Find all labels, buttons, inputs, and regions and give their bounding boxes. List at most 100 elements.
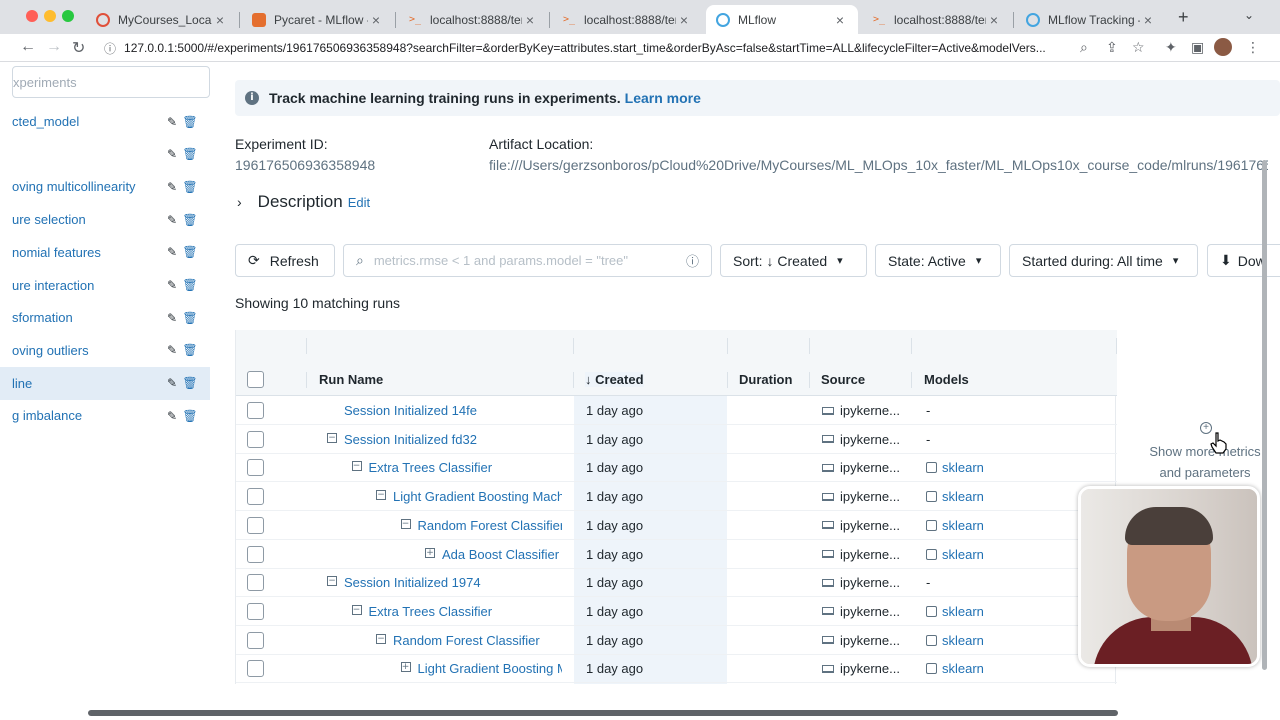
row-checkbox[interactable] (247, 459, 264, 477)
expand-plus-icon[interactable]: + (400, 662, 411, 673)
experiment-list-item[interactable]: ✎ 🗑 (0, 138, 210, 171)
run-name-link[interactable]: Ada Boost Classifier (442, 547, 559, 562)
back-arrow-icon[interactable]: ← (20, 38, 36, 56)
models-cell[interactable]: sklearn (926, 547, 984, 562)
collapse-minus-icon[interactable]: − (400, 518, 411, 529)
models-cell[interactable]: sklearn (926, 633, 984, 648)
browser-tab[interactable]: MLflow Tracking — M× (1016, 5, 1166, 34)
experiment-list-item[interactable]: cted_model ✎ 🗑 (0, 105, 210, 138)
experiment-list-item[interactable]: oving multicollinearity ✎ 🗑 (0, 170, 210, 203)
new-tab-button[interactable]: + (1178, 7, 1189, 28)
share-icon[interactable]: ⇪ (1106, 39, 1118, 56)
extensions-puzzle-icon[interactable]: ✦ (1165, 39, 1177, 56)
tab-close-icon[interactable]: × (522, 12, 538, 28)
browser-tab[interactable]: MLflow × (706, 5, 858, 34)
models-cell[interactable]: sklearn (926, 489, 984, 504)
horizontal-scrollbar[interactable] (88, 710, 1118, 716)
zoom-icon[interactable]: ⌕ (1080, 39, 1088, 56)
row-checkbox[interactable] (247, 402, 264, 419)
download-button[interactable]: ⬇ Dow (1207, 244, 1280, 277)
model-link[interactable]: sklearn (942, 604, 984, 619)
browser-tab[interactable]: >_ localhost:8888/termi× (398, 5, 548, 34)
experiment-list-item[interactable]: ure interaction ✎ 🗑 (0, 269, 210, 302)
browser-tab[interactable]: >_ localhost:8888/termi× (552, 5, 702, 34)
experiment-list-item[interactable]: g imbalance ✎ 🗑 (0, 399, 210, 432)
model-link[interactable]: sklearn (942, 547, 984, 562)
delete-trash-icon[interactable]: 🗑 (182, 376, 198, 390)
browser-tab[interactable]: Pycaret - MLflow - Ju× (242, 5, 394, 34)
runs-search-input[interactable]: ⌕ metrics.rmse < 1 and params.model = "t… (343, 244, 712, 277)
delete-trash-icon[interactable]: 🗑 (182, 245, 198, 259)
row-checkbox[interactable] (247, 545, 264, 563)
side-panel-icon[interactable]: ▣ (1191, 39, 1204, 56)
run-name-link[interactable]: Random Forest Classifier (418, 518, 563, 533)
edit-pencil-icon[interactable]: ✎ (164, 376, 180, 390)
models-cell[interactable]: sklearn (926, 518, 984, 533)
row-checkbox[interactable] (247, 602, 264, 620)
started-during-dropdown[interactable]: Started during: All time ▾ (1009, 244, 1198, 277)
forward-arrow-icon[interactable]: → (46, 38, 62, 56)
browser-menu-icon[interactable]: ⋮ (1246, 39, 1260, 56)
edit-pencil-icon[interactable]: ✎ (164, 245, 180, 259)
browser-tab[interactable]: >_ localhost:8888/termi× (862, 5, 1012, 34)
run-name-link[interactable]: Light Gradient Boosting M (418, 661, 563, 676)
vertical-scrollbar[interactable] (1262, 160, 1267, 670)
edit-pencil-icon[interactable]: ✎ (164, 180, 180, 194)
edit-pencil-icon[interactable]: ✎ (164, 311, 180, 325)
delete-trash-icon[interactable]: 🗑 (182, 147, 198, 161)
tab-search-chevron-icon[interactable]: ⌄ (1244, 8, 1254, 22)
tab-close-icon[interactable]: × (832, 12, 848, 28)
edit-pencil-icon[interactable]: ✎ (164, 213, 180, 227)
select-all-checkbox[interactable] (247, 371, 264, 388)
model-link[interactable]: sklearn (942, 489, 984, 504)
column-models[interactable]: Models (924, 372, 969, 387)
chevron-right-icon[interactable]: › (237, 194, 242, 210)
delete-trash-icon[interactable]: 🗑 (182, 409, 198, 423)
models-cell[interactable]: sklearn (926, 460, 984, 475)
collapse-minus-icon[interactable]: − (351, 604, 362, 615)
collapse-minus-icon[interactable]: − (327, 576, 337, 587)
column-duration[interactable]: Duration (739, 372, 792, 387)
edit-pencil-icon[interactable]: ✎ (164, 147, 180, 161)
model-link[interactable]: sklearn (942, 633, 984, 648)
maximize-window-button[interactable] (62, 10, 74, 22)
profile-avatar[interactable] (1214, 38, 1232, 56)
row-checkbox[interactable] (247, 574, 264, 592)
experiment-list-item[interactable]: line ✎ 🗑 (0, 366, 210, 400)
column-run-name[interactable]: Run Name (319, 372, 383, 387)
column-created[interactable]: ↓ Created (585, 372, 644, 387)
model-link[interactable]: sklearn (942, 661, 984, 676)
refresh-button[interactable]: ⟳ Refresh (235, 244, 335, 277)
run-name-link[interactable]: Extra Trees Classifier (369, 604, 493, 619)
description-edit-link[interactable]: Edit (348, 195, 370, 210)
run-name-link[interactable]: Session Initialized 1974 (344, 575, 481, 590)
collapse-minus-icon[interactable]: − (376, 633, 386, 644)
column-source[interactable]: Source (821, 372, 865, 387)
tab-close-icon[interactable]: × (212, 12, 228, 28)
expand-plus-icon[interactable]: + (425, 547, 435, 558)
address-bar[interactable]: ⓘ 127.0.0.1:5000/#/experiments/196176506… (98, 37, 1098, 59)
state-dropdown[interactable]: State: Active ▾ (875, 244, 1001, 277)
tab-close-icon[interactable]: × (676, 12, 692, 28)
experiment-list-item[interactable]: nomial features ✎ 🗑 (0, 236, 210, 269)
sort-dropdown[interactable]: Sort: ↓ Created ▾ (720, 244, 867, 277)
experiment-list-item[interactable]: sformation ✎ 🗑 (0, 301, 210, 334)
row-checkbox[interactable] (247, 660, 264, 678)
run-name-link[interactable]: Light Gradient Boosting Mach (393, 489, 562, 504)
bookmark-star-icon[interactable]: ☆ (1132, 39, 1145, 56)
experiment-search-input[interactable]: xperiments (12, 66, 210, 98)
run-name-link[interactable]: Random Forest Classifier (393, 633, 540, 648)
search-help-icon[interactable]: ⓘ (686, 251, 699, 270)
delete-trash-icon[interactable]: 🗑 (182, 278, 198, 292)
edit-pencil-icon[interactable]: ✎ (164, 409, 180, 423)
reload-icon[interactable]: ↻ (72, 38, 85, 58)
run-name-link[interactable]: Session Initialized fd32 (344, 432, 477, 447)
edit-pencil-icon[interactable]: ✎ (164, 115, 180, 129)
models-cell[interactable]: sklearn (926, 604, 984, 619)
edit-pencil-icon[interactable]: ✎ (164, 343, 180, 357)
models-cell[interactable]: sklearn (926, 661, 984, 676)
delete-trash-icon[interactable]: 🗑 (182, 311, 198, 325)
learn-more-link[interactable]: Learn more (625, 90, 701, 106)
row-checkbox[interactable] (247, 430, 264, 448)
collapse-minus-icon[interactable]: − (351, 461, 362, 472)
